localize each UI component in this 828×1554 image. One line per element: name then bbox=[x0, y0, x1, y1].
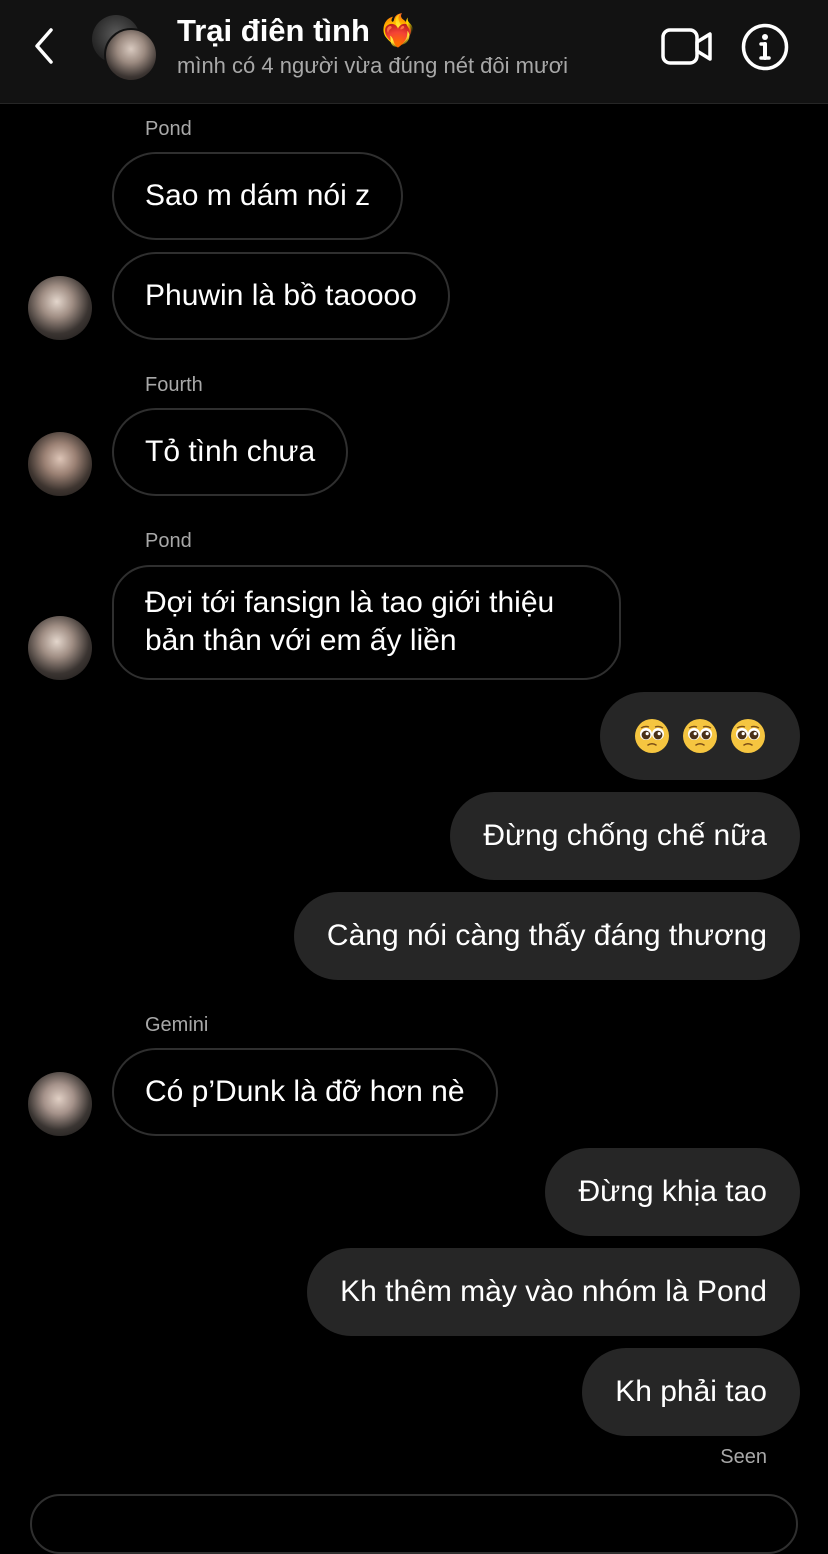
sender-avatar-gemini[interactable] bbox=[28, 1072, 92, 1136]
message-text: Phuwin là bồ taoooo bbox=[145, 279, 417, 312]
message-bubble-incoming[interactable]: Đợi tới fansign là tao giới thiệu bản th… bbox=[112, 565, 621, 680]
sender-avatar-pond[interactable] bbox=[28, 616, 92, 680]
message-composer[interactable] bbox=[30, 1494, 798, 1554]
back-button[interactable] bbox=[22, 24, 66, 68]
message-text: Kh phải tao bbox=[615, 1375, 767, 1408]
chevron-left-icon bbox=[35, 28, 53, 64]
message-bubble-outgoing[interactable]: Đừng chống chế nữa bbox=[450, 792, 800, 880]
video-camera-icon bbox=[661, 28, 712, 65]
sender-avatar-pond[interactable] bbox=[28, 276, 92, 340]
sender-name: Gemini bbox=[145, 1014, 209, 1036]
sender-avatar-fourth[interactable] bbox=[28, 432, 92, 496]
info-icon bbox=[741, 23, 789, 71]
message-bubble-outgoing[interactable]: Đừng khịa tao bbox=[545, 1148, 800, 1236]
message-text: Càng nói càng thấy đáng thương bbox=[326, 919, 767, 952]
sender-name: Pond bbox=[145, 530, 192, 552]
seen-receipt: Seen bbox=[720, 1446, 767, 1468]
message-bubble-incoming[interactable]: Có p’Dunk là đỡ hơn nè bbox=[112, 1048, 498, 1136]
pleading-face-emoji-icon bbox=[683, 719, 717, 753]
message-text: Kh thêm mày vào nhóm là Pond bbox=[340, 1275, 767, 1308]
chat-title: Trại điên tình ❤️‍🔥 bbox=[177, 13, 418, 48]
chat-header: Trại điên tình ❤️‍🔥 mình có 4 người vừa … bbox=[0, 0, 828, 104]
message-bubble-outgoing[interactable]: Càng nói càng thấy đáng thương bbox=[293, 892, 800, 980]
chat-title-block[interactable]: Trại điên tình ❤️‍🔥 mình có 4 người vừa … bbox=[177, 12, 637, 81]
message-text: Đừng chống chế nữa bbox=[483, 819, 767, 852]
group-avatar[interactable] bbox=[92, 15, 158, 82]
chat-subtitle: mình có 4 người vừa đúng nét đôi mươi bbox=[177, 53, 569, 78]
message-bubble-outgoing[interactable]: Kh thêm mày vào nhóm là Pond bbox=[307, 1248, 800, 1336]
video-call-button[interactable] bbox=[660, 26, 714, 68]
message-text-line-1: Đợi tới fansign là tao giới thiệu bbox=[145, 586, 555, 619]
pleading-face-emoji-icon bbox=[635, 719, 669, 753]
sender-name: Fourth bbox=[145, 374, 203, 396]
sender-name: Pond bbox=[145, 118, 192, 140]
message-bubble-outgoing[interactable] bbox=[600, 692, 800, 780]
message-text: Sao m dám nói z bbox=[145, 179, 371, 212]
chat-info-button[interactable] bbox=[741, 23, 789, 71]
emoji-row bbox=[634, 718, 766, 754]
pleading-face-emoji-icon bbox=[731, 719, 765, 753]
message-bubble-incoming[interactable]: Tỏ tình chưa bbox=[112, 408, 349, 496]
group-avatar-member-2 bbox=[104, 28, 158, 82]
message-text: Đừng khịa tao bbox=[578, 1175, 767, 1208]
message-bubble-incoming[interactable]: Sao m dám nói z bbox=[112, 152, 404, 240]
message-text: Tỏ tình chưa bbox=[145, 435, 316, 468]
message-bubble-outgoing[interactable]: Kh phải tao bbox=[582, 1348, 800, 1436]
message-text: Có p’Dunk là đỡ hơn nè bbox=[145, 1075, 465, 1108]
message-text-line-2: bản thân với em ấy liền bbox=[145, 624, 457, 657]
message-bubble-incoming[interactable]: Phuwin là bồ taoooo bbox=[112, 252, 450, 340]
